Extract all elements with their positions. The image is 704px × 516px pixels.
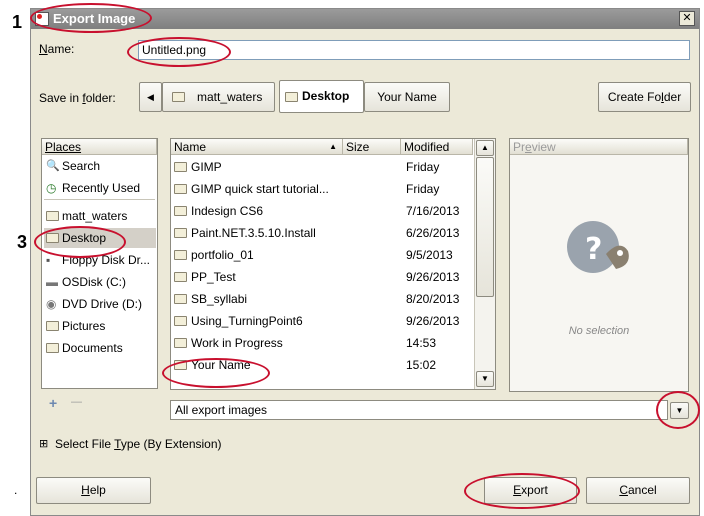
save-in-folder-label: Save in folder: bbox=[39, 91, 116, 105]
preview-panel: Preview ? No selection bbox=[509, 138, 689, 392]
file-modified: 14:53 bbox=[406, 336, 437, 350]
file-row[interactable]: GIMP Friday bbox=[171, 156, 473, 178]
name-label: Name: bbox=[39, 42, 75, 56]
file-name: Indesign CS6 bbox=[191, 204, 264, 218]
folder-icon bbox=[174, 162, 187, 172]
file-name: SB_syllabi bbox=[191, 292, 248, 306]
folder-icon bbox=[174, 294, 187, 304]
close-button[interactable]: ✕ bbox=[679, 11, 695, 26]
folder-icon bbox=[174, 228, 187, 238]
preview-header[interactable]: Preview bbox=[510, 139, 688, 155]
annotation-3: 3 bbox=[17, 232, 28, 252]
annotation-ring-desktop bbox=[34, 226, 126, 258]
annotation-ring-export bbox=[464, 473, 580, 509]
file-filter-value: All export images bbox=[175, 403, 268, 417]
folder-icon bbox=[174, 338, 187, 348]
annotation-ring-dropdown bbox=[656, 391, 700, 429]
file-modified: 6/26/2013 bbox=[406, 226, 460, 240]
file-name: Using_TurningPoint6 bbox=[191, 314, 303, 328]
scroll-thumb[interactable] bbox=[476, 157, 494, 297]
place-search[interactable]: 🔍 Search bbox=[44, 156, 156, 176]
file-row[interactable]: Paint.NET.3.5.10.Install 6/26/2013 bbox=[171, 222, 473, 244]
breadcrumb-back-button[interactable]: ◀ bbox=[139, 82, 162, 112]
folder-icon bbox=[174, 316, 187, 326]
place-recently-used[interactable]: ◷ Recently Used bbox=[44, 178, 156, 198]
select-file-type-expander[interactable]: Select File Type (By Extension) bbox=[55, 437, 222, 451]
places-header[interactable]: Places bbox=[42, 139, 157, 155]
folder-icon bbox=[174, 272, 187, 282]
breadcrumb-your-name[interactable]: Your Name bbox=[364, 82, 450, 112]
dvd-icon: ◉ bbox=[46, 297, 57, 311]
file-list-scrollbar[interactable]: ▲ ▼ bbox=[474, 139, 495, 389]
folder-icon bbox=[46, 343, 59, 353]
file-row[interactable]: portfolio_01 9/5/2013 bbox=[171, 244, 473, 266]
file-modified: 8/20/2013 bbox=[406, 292, 460, 306]
file-modified: 15:02 bbox=[406, 358, 437, 372]
places-divider bbox=[44, 199, 155, 200]
scroll-down-button[interactable]: ▼ bbox=[476, 371, 494, 387]
annotation-ring-title bbox=[30, 3, 152, 33]
file-modified: Friday bbox=[406, 160, 440, 174]
clock-icon: ◷ bbox=[46, 181, 57, 195]
disk-icon: ▬ bbox=[46, 275, 58, 289]
file-name: GIMP bbox=[191, 160, 222, 174]
folder-icon bbox=[285, 92, 298, 102]
stray-dot: . bbox=[14, 483, 18, 497]
file-row[interactable]: GIMP quick start tutorial... Friday bbox=[171, 178, 473, 200]
column-modified-header[interactable]: Modified bbox=[401, 139, 473, 155]
breadcrumb-matt-waters[interactable]: matt_waters bbox=[162, 82, 275, 112]
place-documents[interactable]: Documents bbox=[44, 338, 156, 358]
place-matt-waters[interactable]: matt_waters bbox=[44, 206, 156, 226]
folder-icon bbox=[174, 184, 187, 194]
file-filter-combo[interactable]: All export images bbox=[170, 400, 668, 420]
column-size-header[interactable]: Size bbox=[343, 139, 401, 155]
place-dvd[interactable]: ◉ DVD Drive (D:) bbox=[44, 294, 156, 314]
breadcrumb-desktop[interactable]: Desktop bbox=[279, 80, 364, 113]
file-modified: 9/26/2013 bbox=[406, 314, 460, 328]
place-osdisk[interactable]: ▬ OSDisk (C:) bbox=[44, 272, 156, 292]
file-name: portfolio_01 bbox=[191, 248, 254, 262]
svg-text:?: ? bbox=[585, 232, 602, 267]
expander-icon[interactable]: ⊞ bbox=[39, 437, 48, 450]
file-row[interactable]: Indesign CS6 7/16/2013 bbox=[171, 200, 473, 222]
column-name-header[interactable]: Name ▲ bbox=[171, 139, 343, 155]
folder-icon bbox=[174, 250, 187, 260]
file-modified: 9/5/2013 bbox=[406, 248, 453, 262]
help-button[interactable]: Help bbox=[36, 477, 151, 504]
folder-icon bbox=[172, 92, 185, 102]
folder-icon bbox=[174, 206, 187, 216]
file-name: Paint.NET.3.5.10.Install bbox=[191, 226, 316, 240]
file-name: PP_Test bbox=[191, 270, 236, 284]
gimp-mascot-icon: ? bbox=[567, 221, 629, 273]
file-modified: 9/26/2013 bbox=[406, 270, 460, 284]
folder-icon bbox=[46, 321, 59, 331]
remove-bookmark-button[interactable]: — bbox=[71, 396, 82, 408]
scroll-up-button[interactable]: ▲ bbox=[476, 140, 494, 156]
search-icon: 🔍 bbox=[46, 160, 60, 172]
file-row[interactable]: SB_syllabi 8/20/2013 bbox=[171, 288, 473, 310]
create-folder-button[interactable]: Create Folder bbox=[598, 82, 691, 112]
file-row[interactable]: PP_Test 9/26/2013 bbox=[171, 266, 473, 288]
file-row[interactable]: Work in Progress 14:53 bbox=[171, 332, 473, 354]
place-pictures[interactable]: Pictures bbox=[44, 316, 156, 336]
preview-status: No selection bbox=[568, 325, 630, 337]
places-panel: Places 🔍 Search ◷ Recently Used matt_wat… bbox=[41, 138, 158, 389]
file-list-panel: Name ▲ Size Modified GIMP Friday GIMP quic… bbox=[170, 138, 496, 390]
file-name: Work in Progress bbox=[191, 336, 283, 350]
annotation-ring-filename bbox=[127, 37, 231, 67]
annotation-ring-your-name bbox=[162, 358, 270, 388]
export-image-dialog: Export Image ✕ Name: Untitled.png Save i… bbox=[30, 8, 700, 516]
file-name: GIMP quick start tutorial... bbox=[191, 182, 329, 196]
file-modified: Friday bbox=[406, 182, 440, 196]
add-bookmark-button[interactable]: + bbox=[49, 395, 57, 411]
sort-ascending-icon: ▲ bbox=[329, 142, 337, 151]
file-row[interactable]: Using_TurningPoint6 9/26/2013 bbox=[171, 310, 473, 332]
cancel-button[interactable]: Cancel bbox=[586, 477, 690, 504]
folder-icon bbox=[46, 211, 59, 221]
annotation-1: 1 bbox=[12, 12, 23, 32]
file-modified: 7/16/2013 bbox=[406, 204, 460, 218]
